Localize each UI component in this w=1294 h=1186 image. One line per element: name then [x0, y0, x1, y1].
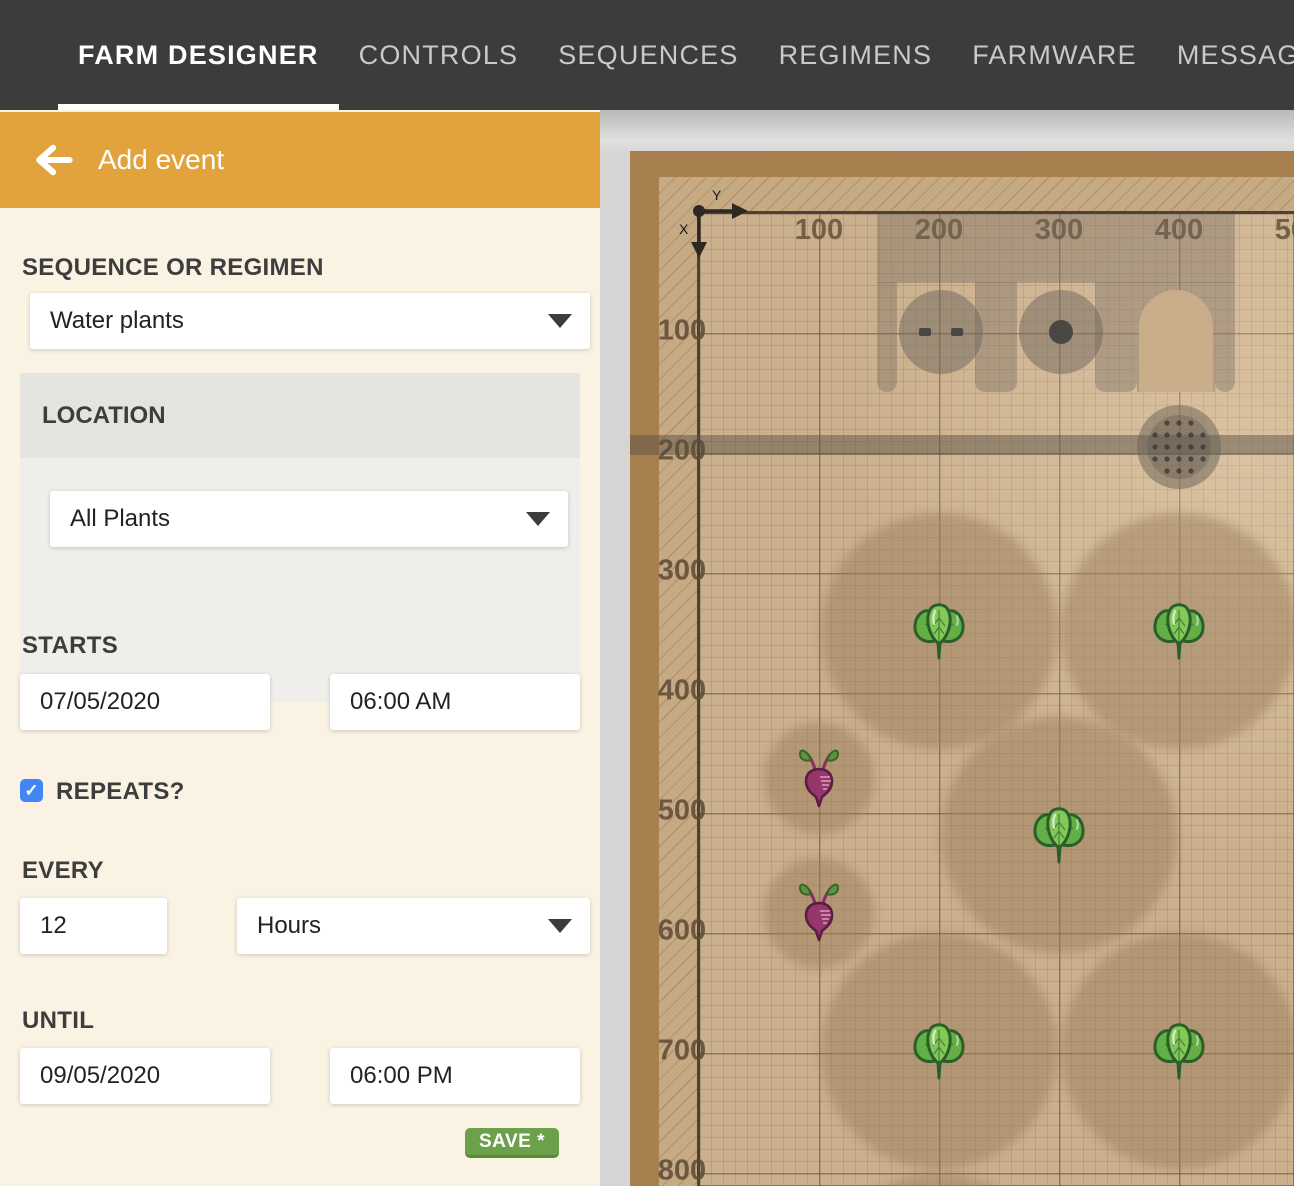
- tab-farm-designer[interactable]: FARM DESIGNER: [58, 0, 339, 110]
- starts-date-input[interactable]: 07/05/2020: [20, 674, 270, 730]
- back-arrow-icon[interactable]: [34, 143, 74, 177]
- chevron-down-icon: [548, 314, 572, 328]
- until-time-value: 06:00 PM: [350, 1062, 453, 1090]
- until-label: UNTIL: [22, 1007, 94, 1035]
- bed-frame-left: [630, 151, 659, 1186]
- location-label: LOCATION: [42, 402, 166, 430]
- top-navigation: FARM DESIGNERCONTROLSSEQUENCESREGIMENSFA…: [0, 0, 1294, 110]
- panel-header: Add event: [0, 112, 600, 208]
- toolbay-seed-bin[interactable]: [899, 290, 983, 374]
- svg-text:Y: Y: [712, 187, 722, 203]
- y-axis-tick-label: 100: [795, 214, 843, 247]
- tab-regimens[interactable]: REGIMENS: [759, 0, 953, 110]
- save-button[interactable]: SAVE *: [465, 1128, 559, 1158]
- plant-beet-icon[interactable]: [799, 747, 839, 816]
- every-value: 12: [40, 912, 67, 940]
- repeats-checkbox[interactable]: ✓: [20, 779, 43, 802]
- chevron-down-icon: [548, 919, 572, 933]
- tab-messages[interactable]: MESSAGES: [1157, 0, 1294, 110]
- starts-time-value: 06:00 AM: [350, 688, 451, 716]
- plant-spinach-icon[interactable]: [911, 600, 967, 667]
- chevron-down-icon: [526, 512, 550, 526]
- every-unit-value: Hours: [257, 912, 321, 940]
- plant-spinach-icon[interactable]: [1031, 804, 1087, 871]
- plant-spinach-icon[interactable]: [1151, 600, 1207, 667]
- y-axis-tick-label: 500: [1275, 214, 1294, 247]
- page-title: Add event: [98, 144, 224, 176]
- tab-sequences[interactable]: SEQUENCES: [538, 0, 758, 110]
- location-header: LOCATION: [20, 373, 580, 458]
- every-unit-dropdown[interactable]: Hours: [237, 898, 590, 954]
- location-dropdown-value: All Plants: [70, 505, 170, 533]
- toolbay-seed-bin[interactable]: [1019, 290, 1103, 374]
- watering-tool-icon[interactable]: [1135, 403, 1223, 491]
- toolbay-bar: [877, 214, 1235, 283]
- x-axis-tick-label: 800: [658, 1155, 706, 1186]
- until-date-value: 09/05/2020: [40, 1062, 160, 1090]
- tab-farmware[interactable]: FARMWARE: [952, 0, 1157, 110]
- repeats-label: REPEATS?: [56, 778, 185, 806]
- garden-map: 100200300400500 100200300400500600700800: [600, 110, 1294, 1186]
- plant-spinach-icon[interactable]: [1151, 1020, 1207, 1087]
- plant-beet-icon[interactable]: [799, 881, 839, 950]
- every-label: EVERY: [22, 857, 104, 885]
- add-event-panel: Add event SEQUENCE OR REGIMEN Water plan…: [0, 110, 600, 1186]
- x-axis-tick-label: 200: [658, 435, 706, 468]
- x-axis-tick-label: 300: [658, 555, 706, 588]
- x-axis-tick-label: 600: [658, 915, 706, 948]
- toolbay-arch-slot: [1139, 290, 1213, 392]
- every-value-input[interactable]: 12: [20, 898, 167, 954]
- starts-time-input[interactable]: 06:00 AM: [330, 674, 580, 730]
- svg-text:X: X: [679, 221, 689, 237]
- plant-spinach-icon[interactable]: [911, 1020, 967, 1087]
- toolbay-leg: [877, 282, 897, 392]
- checkmark-icon: ✓: [24, 781, 38, 801]
- x-axis-tick-label: 700: [658, 1035, 706, 1068]
- x-axis-tick-label: 100: [658, 315, 706, 348]
- until-date-input[interactable]: 09/05/2020: [20, 1048, 270, 1104]
- bed-frame-top: [630, 151, 1294, 177]
- sequence-dropdown[interactable]: Water plants: [30, 293, 590, 349]
- tab-controls[interactable]: CONTROLS: [339, 0, 539, 110]
- until-time-input[interactable]: 06:00 PM: [330, 1048, 580, 1104]
- axis-origin-arrows: Y X: [662, 184, 762, 274]
- sequence-dropdown-value: Water plants: [50, 307, 184, 335]
- sequence-or-regimen-label: SEQUENCE OR REGIMEN: [22, 254, 324, 282]
- starts-label: STARTS: [22, 632, 118, 660]
- x-axis-tick-label: 500: [658, 795, 706, 828]
- location-dropdown[interactable]: All Plants: [50, 491, 568, 547]
- map-top-gutter: [600, 110, 1294, 151]
- toolbay-leg: [1215, 282, 1235, 392]
- x-axis-tick-label: 400: [658, 675, 706, 708]
- starts-date-value: 07/05/2020: [40, 688, 160, 716]
